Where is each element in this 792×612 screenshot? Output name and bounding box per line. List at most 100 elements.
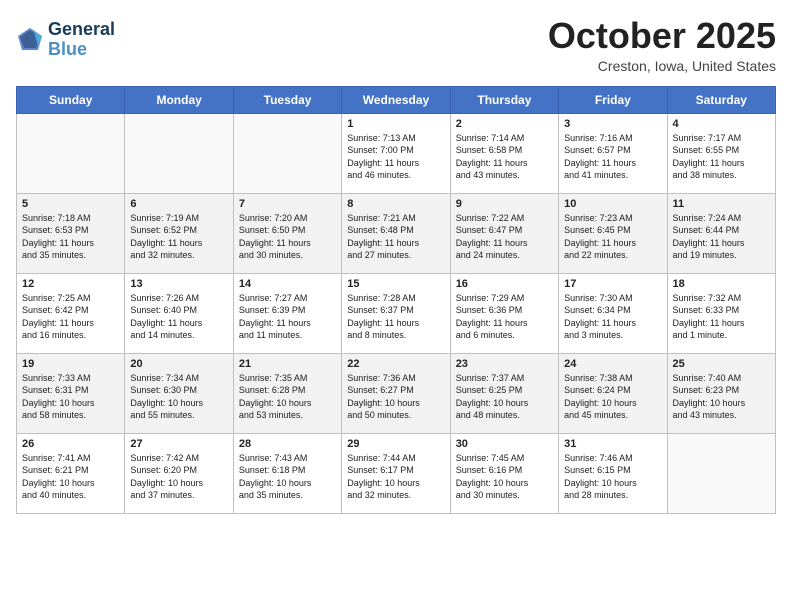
calendar-cell: 4Sunrise: 7:17 AM Sunset: 6:55 PM Daylig… [667,113,775,193]
day-info: Sunrise: 7:46 AM Sunset: 6:15 PM Dayligh… [564,452,661,502]
calendar-header: SundayMondayTuesdayWednesdayThursdayFrid… [17,86,776,113]
calendar-cell: 14 Sunrise: 7:27 AM Sunset: 6:39 PM Dayli… [233,273,341,353]
day-number: 31 [564,438,661,450]
day-info: Sunrise: 7:20 AM Sunset: 6:50 PM Dayligh… [239,212,336,262]
weekday-header-tuesday: Tuesday [233,86,341,113]
calendar-table: SundayMondayTuesdayWednesdayThursdayFrid… [16,86,776,514]
day-info: Sunrise: 7:24 AM Sunset: 6:44 PM Dayligh… [673,212,770,262]
day-number: 9 [456,198,553,210]
day-number: 24 [564,358,661,370]
weekday-header-monday: Monday [125,86,233,113]
day-number: 1 [347,118,444,130]
day-number: 7 [239,198,336,210]
calendar-cell [233,113,341,193]
calendar-cell: 2Sunrise: 7:14 AM Sunset: 6:58 PM Daylig… [450,113,558,193]
calendar-body: 1 Sunrise: 7:13 AM Sunset: 7:00 PM Daylig… [17,113,776,513]
location-label: Creston, Iowa, United States [548,58,776,74]
day-info: Sunrise: 7:44 AM Sunset: 6:17 PM Dayligh… [347,452,444,502]
day-info: Sunrise: 7:26 AM Sunset: 6:40 PM Dayligh… [130,292,227,342]
day-number: 8 [347,198,444,210]
calendar-cell: 27Sunrise: 7:42 AM Sunset: 6:20 PM Dayli… [125,433,233,513]
calendar-cell [667,433,775,513]
calendar-week-5: 26 Sunrise: 7:41 AM Sunset: 6:21 PM Dayli… [17,433,776,513]
day-number: 29 [347,438,444,450]
weekday-header-saturday: Saturday [667,86,775,113]
day-info: Sunrise: 7:21 AM Sunset: 6:48 PM Dayligh… [347,212,444,262]
calendar-cell: 16 Sunrise: 7:29 AM Sunset: 6:36 PM Dayli… [450,273,558,353]
logo-blue: Blue [48,39,87,59]
calendar-cell: 28 Sunrise: 7:43 AM Sunset: 6:18 PM Dayli… [233,433,341,513]
day-number: 18 [673,278,770,290]
day-info: Sunrise: 7:45 AM Sunset: 6:16 PM Dayligh… [456,452,553,502]
day-info: Sunrise: 7:22 AM Sunset: 6:47 PM Dayligh… [456,212,553,262]
calendar-cell: 6 Sunrise: 7:19 AM Sunset: 6:52 PM Daylig… [125,193,233,273]
calendar-cell: 24 Sunrise: 7:38 AM Sunset: 6:24 PM Dayli… [559,353,667,433]
calendar-cell [125,113,233,193]
day-info: Sunrise: 7:30 AM Sunset: 6:34 PM Dayligh… [564,292,661,342]
day-info: Sunrise: 7:13 AM Sunset: 7:00 PM Dayligh… [347,132,444,182]
day-info: Sunrise: 7:32 AM Sunset: 6:33 PM Dayligh… [673,292,770,342]
day-number: 30 [456,438,553,450]
day-number: 15 [347,278,444,290]
logo: General Blue [16,20,115,60]
logo-general: General [48,20,115,40]
day-info: Sunrise: 7:25 AM Sunset: 6:42 PM Dayligh… [22,292,119,342]
day-info: Sunrise: 7:34 AM Sunset: 6:30 PM Dayligh… [130,372,227,422]
day-number: 10 [564,198,661,210]
day-info: Sunrise: 7:33 AM Sunset: 6:31 PM Dayligh… [22,372,119,422]
day-number: 26 [22,438,119,450]
page-header: General Blue October 2025 Creston, Iowa,… [16,16,776,74]
calendar-cell: 23Sunrise: 7:37 AM Sunset: 6:25 PM Dayli… [450,353,558,433]
calendar-week-4: 19 Sunrise: 7:33 AM Sunset: 6:31 PM Dayli… [17,353,776,433]
calendar-cell: 30 Sunrise: 7:45 AM Sunset: 6:16 PM Dayli… [450,433,558,513]
calendar-cell: 10 Sunrise: 7:23 AM Sunset: 6:45 PM Dayli… [559,193,667,273]
title-block: October 2025 Creston, Iowa, United State… [548,16,776,74]
day-number: 17 [564,278,661,290]
calendar-cell: 12Sunrise: 7:25 AM Sunset: 6:42 PM Dayli… [17,273,125,353]
day-info: Sunrise: 7:29 AM Sunset: 6:36 PM Dayligh… [456,292,553,342]
day-info: Sunrise: 7:37 AM Sunset: 6:25 PM Dayligh… [456,372,553,422]
weekday-row: SundayMondayTuesdayWednesdayThursdayFrid… [17,86,776,113]
day-info: Sunrise: 7:35 AM Sunset: 6:28 PM Dayligh… [239,372,336,422]
day-number: 5 [22,198,119,210]
weekday-header-wednesday: Wednesday [342,86,450,113]
day-number: 6 [130,198,227,210]
day-number: 11 [673,198,770,210]
weekday-header-sunday: Sunday [17,86,125,113]
calendar-cell: 22 Sunrise: 7:36 AM Sunset: 6:27 PM Dayli… [342,353,450,433]
calendar-cell: 11 Sunrise: 7:24 AM Sunset: 6:44 PM Dayli… [667,193,775,273]
calendar-cell: 17 Sunrise: 7:30 AM Sunset: 6:34 PM Dayli… [559,273,667,353]
day-number: 27 [130,438,227,450]
day-number: 3 [564,118,661,130]
day-info: Sunrise: 7:38 AM Sunset: 6:24 PM Dayligh… [564,372,661,422]
calendar-cell: 3 Sunrise: 7:16 AM Sunset: 6:57 PM Daylig… [559,113,667,193]
calendar-cell: 5Sunrise: 7:18 AM Sunset: 6:53 PM Daylig… [17,193,125,273]
day-number: 14 [239,278,336,290]
day-info: Sunrise: 7:40 AM Sunset: 6:23 PM Dayligh… [673,372,770,422]
calendar-cell: 19 Sunrise: 7:33 AM Sunset: 6:31 PM Dayli… [17,353,125,433]
day-info: Sunrise: 7:36 AM Sunset: 6:27 PM Dayligh… [347,372,444,422]
day-number: 25 [673,358,770,370]
day-info: Sunrise: 7:16 AM Sunset: 6:57 PM Dayligh… [564,132,661,182]
day-info: Sunrise: 7:27 AM Sunset: 6:39 PM Dayligh… [239,292,336,342]
calendar-week-1: 1 Sunrise: 7:13 AM Sunset: 7:00 PM Daylig… [17,113,776,193]
day-number: 28 [239,438,336,450]
day-number: 22 [347,358,444,370]
calendar-cell: 8 Sunrise: 7:21 AM Sunset: 6:48 PM Daylig… [342,193,450,273]
day-info: Sunrise: 7:23 AM Sunset: 6:45 PM Dayligh… [564,212,661,262]
day-number: 19 [22,358,119,370]
calendar-cell: 1 Sunrise: 7:13 AM Sunset: 7:00 PM Daylig… [342,113,450,193]
calendar-cell: 26 Sunrise: 7:41 AM Sunset: 6:21 PM Dayli… [17,433,125,513]
day-number: 2 [456,118,553,130]
calendar-cell [17,113,125,193]
calendar-cell: 29 Sunrise: 7:44 AM Sunset: 6:17 PM Dayli… [342,433,450,513]
day-info: Sunrise: 7:28 AM Sunset: 6:37 PM Dayligh… [347,292,444,342]
calendar-week-2: 5Sunrise: 7:18 AM Sunset: 6:53 PM Daylig… [17,193,776,273]
day-info: Sunrise: 7:19 AM Sunset: 6:52 PM Dayligh… [130,212,227,262]
day-info: Sunrise: 7:41 AM Sunset: 6:21 PM Dayligh… [22,452,119,502]
day-number: 16 [456,278,553,290]
weekday-header-thursday: Thursday [450,86,558,113]
day-info: Sunrise: 7:17 AM Sunset: 6:55 PM Dayligh… [673,132,770,182]
day-number: 13 [130,278,227,290]
day-info: Sunrise: 7:43 AM Sunset: 6:18 PM Dayligh… [239,452,336,502]
